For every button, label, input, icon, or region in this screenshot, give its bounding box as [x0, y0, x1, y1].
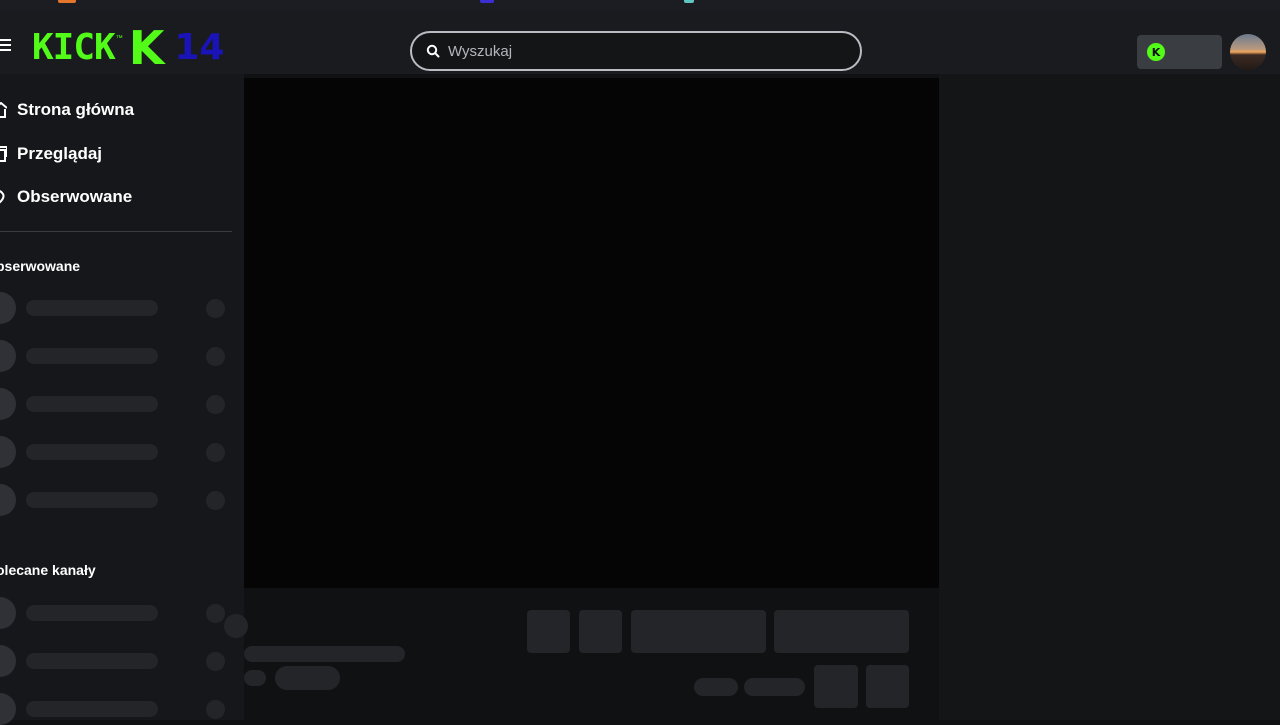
sidebar-item-label: Strona główna [17, 100, 135, 119]
list-item [0, 340, 232, 372]
kicks-balance-button[interactable]: K [1137, 35, 1222, 69]
skeleton-dot [206, 347, 225, 366]
sidebar-divider [0, 231, 232, 232]
logo-trademark: ™ [115, 34, 123, 42]
browse-icon [0, 146, 7, 162]
skeleton-dot [206, 299, 225, 318]
section-title-following: bserwowane [0, 258, 81, 274]
skeleton-button [774, 610, 909, 653]
logo-mark: K [128, 21, 165, 75]
sidebar-item-label: Obserwowane [17, 187, 133, 206]
browser-tab-strip [0, 0, 1280, 10]
skeleton-dot [206, 491, 225, 510]
heart-icon [0, 190, 5, 204]
home-icon [0, 102, 7, 118]
skeleton-avatar [0, 645, 16, 677]
skeleton-avatar [0, 597, 16, 629]
list-item [0, 597, 232, 629]
top-header: KICK ™ K 14 K [0, 10, 1280, 74]
skeleton-avatar [224, 614, 248, 638]
list-item [0, 645, 232, 677]
skeleton-line [26, 653, 158, 669]
kick-coin-icon: K [1147, 43, 1165, 61]
skeleton-avatar [0, 693, 16, 725]
logo-wordmark: KICK [32, 27, 116, 68]
skeleton-pill [744, 678, 805, 696]
skeleton-line [26, 444, 158, 460]
list-item [0, 693, 232, 725]
menu-icon[interactable] [0, 39, 11, 51]
skeleton-line [244, 646, 405, 662]
skeleton-avatar [0, 340, 16, 372]
logo-number: 14 [174, 27, 225, 68]
sidebar-item-home[interactable]: Strona główna [0, 95, 134, 125]
stream-info-placeholder [224, 588, 939, 720]
tab-indicator [480, 0, 494, 3]
search-icon [426, 44, 440, 58]
chat-panel [939, 74, 1280, 720]
sidebar-item-label: Przeglądaj [17, 144, 103, 163]
skeleton-line [244, 670, 266, 686]
search-bar[interactable] [410, 31, 862, 71]
skeleton-dot [206, 395, 225, 414]
skeleton-avatar [0, 484, 16, 516]
skeleton-line [26, 300, 158, 316]
tab-indicator [684, 0, 694, 3]
skeleton-line [26, 396, 158, 412]
list-item [0, 436, 232, 468]
list-item [0, 484, 232, 516]
skeleton-line [26, 348, 158, 364]
skeleton-dot [206, 652, 225, 671]
skeleton-button [527, 610, 570, 653]
skeleton-dot [206, 604, 225, 623]
tab-indicator [58, 0, 76, 3]
user-avatar[interactable] [1230, 34, 1266, 70]
skeleton-pill [275, 666, 340, 690]
skeleton-button [814, 665, 858, 708]
kick-coin-symbol: K [1151, 45, 1161, 59]
sidebar-item-browse[interactable]: Przeglądaj [0, 139, 102, 169]
skeleton-button [631, 610, 766, 653]
list-item [0, 292, 232, 324]
skeleton-line [26, 492, 158, 508]
list-item [0, 388, 232, 420]
skeleton-dot [206, 700, 225, 719]
sidebar-item-following[interactable]: Obserwowane [0, 182, 132, 212]
skeleton-button [579, 610, 622, 653]
section-title-recommended: olecane kanały [0, 562, 96, 578]
video-player-placeholder[interactable] [244, 78, 939, 588]
skeleton-button [866, 665, 909, 708]
skeleton-avatar [0, 436, 16, 468]
skeleton-line [26, 701, 158, 717]
skeleton-line [26, 605, 158, 621]
skeleton-dot [206, 443, 225, 462]
search-input[interactable] [446, 41, 830, 61]
skeleton-avatar [0, 292, 16, 324]
kick-logo[interactable]: KICK ™ K 14 [32, 24, 224, 72]
sidebar: Strona główna Przeglądaj Obserwowane bse… [0, 74, 244, 725]
skeleton-avatar [0, 388, 16, 420]
skeleton-pill [694, 678, 738, 696]
